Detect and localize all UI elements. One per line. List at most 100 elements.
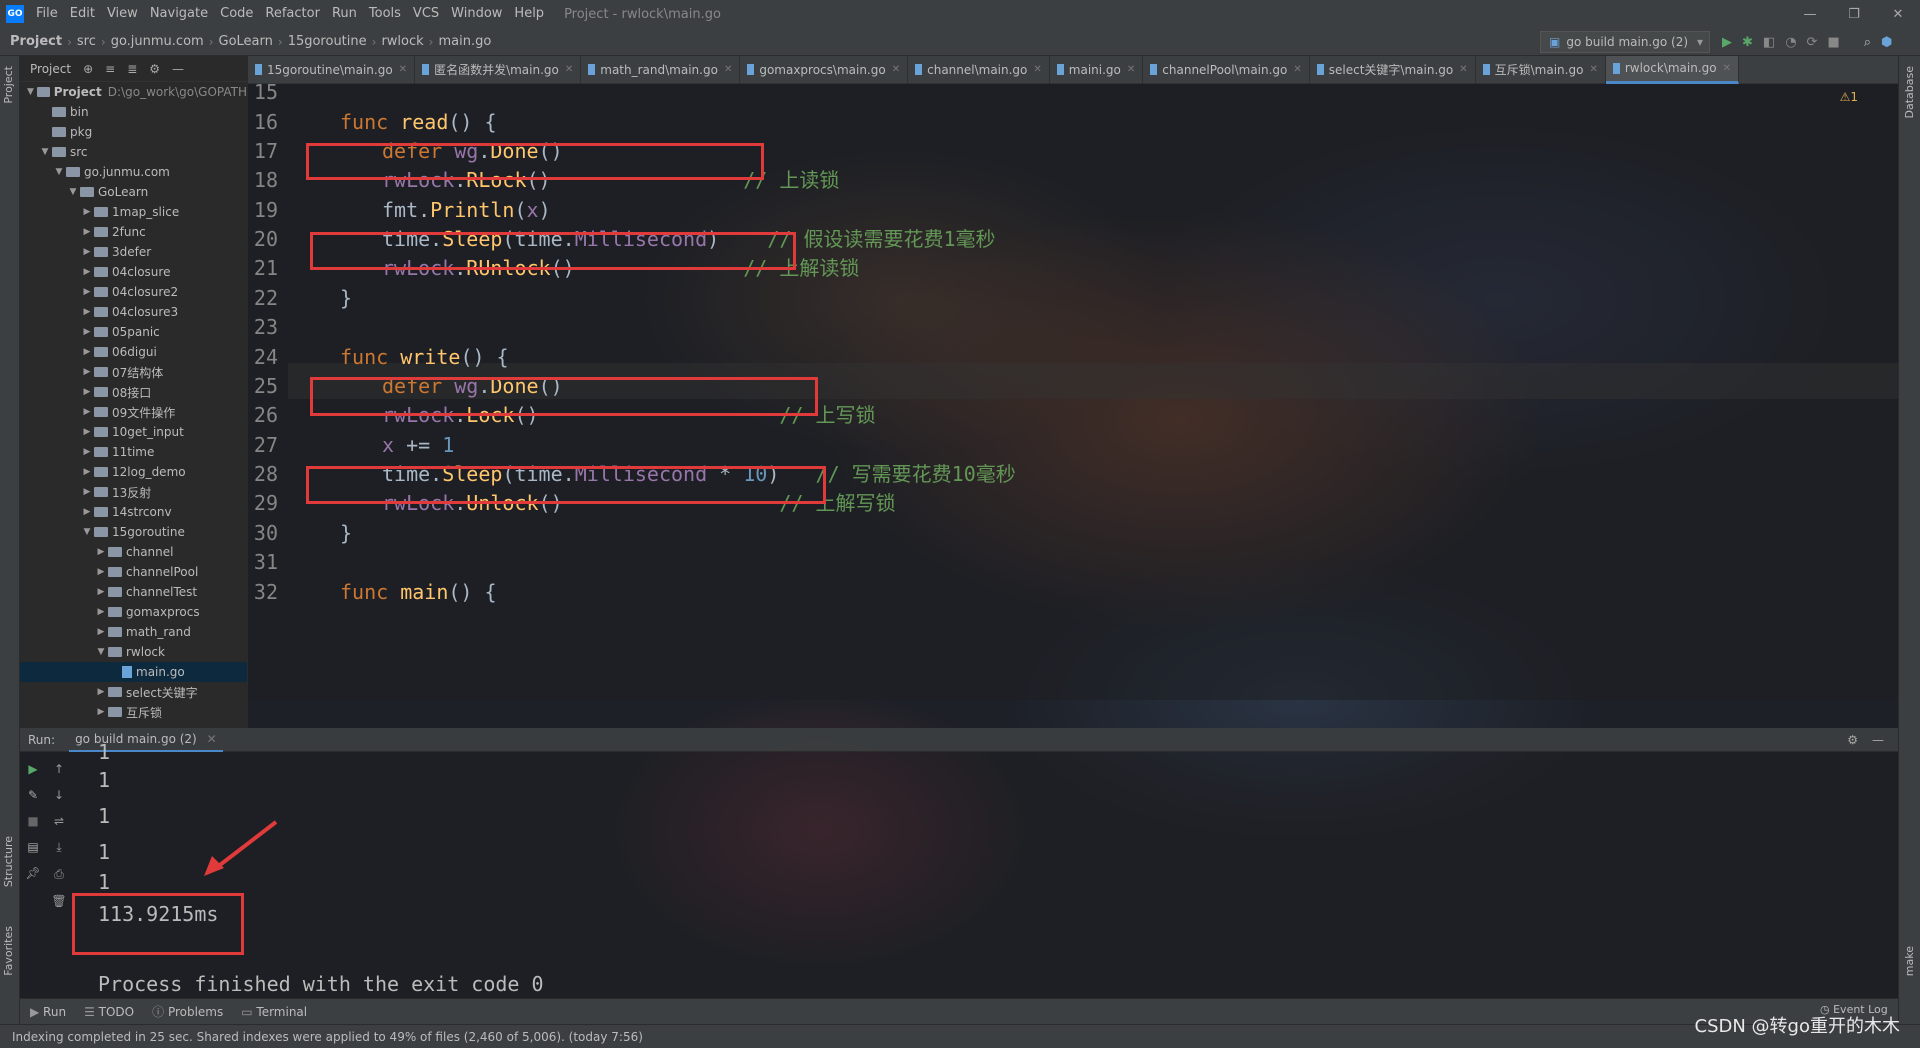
rerun-icon[interactable]: ▶ [28,762,37,776]
close-icon[interactable]: ✕ [724,64,732,75]
folder-item[interactable]: ▼ 15goroutine [20,522,247,542]
editor-tab[interactable]: 15goroutine\main.go ✕ [248,55,416,84]
wrench-icon[interactable]: ✎ [28,788,38,802]
stop-icon[interactable]: ■ [27,814,38,828]
settings-icon[interactable]: ⬢ [1881,35,1892,50]
folder-item[interactable]: ▶ channel [20,542,247,562]
folder-item[interactable]: ▶ 08接口 [20,382,247,402]
menu-navigate[interactable]: Navigate [144,0,214,28]
breadcrumb-item[interactable]: main.go [438,34,491,49]
folder-item[interactable]: ▶ 04closure [20,262,247,282]
folder-item[interactable]: ▶ channelPool [20,562,247,582]
menu-refactor[interactable]: Refactor [259,0,326,28]
make-side-tab[interactable]: make [1903,946,1916,976]
folder-item[interactable]: ▶ 06digui [20,342,247,362]
folder-item[interactable]: ▶ 04closure3 [20,302,247,322]
hide-icon[interactable]: — [1872,733,1884,747]
locate-icon[interactable]: ⊕ [83,62,93,76]
pin-icon[interactable]: 📌︎ [25,866,40,880]
menu-tools[interactable]: Tools [363,0,407,28]
editor-tab[interactable]: 互斥锁\main.go ✕ [1476,55,1606,84]
collapse-all-icon[interactable]: ≣ [127,62,137,76]
editor-tab[interactable]: maini.go ✕ [1050,55,1144,84]
editor-tab[interactable]: gomaxprocs\main.go ✕ [740,55,909,84]
folder-item[interactable]: ▼ src [20,142,247,162]
folder-item[interactable]: ▶ 13反射 [20,482,247,502]
layout-icon[interactable]: ▤ [27,840,38,854]
debug-icon[interactable]: ✱ [1742,35,1753,50]
folder-item[interactable]: ▼ rwlock [20,642,247,662]
close-icon[interactable]: ✕ [565,64,573,75]
tool-tab-terminal[interactable]: ▭ Terminal [241,1005,307,1019]
editor-tab[interactable]: 匿名函数并发\main.go ✕ [415,55,582,84]
folder-item[interactable]: ▶ channelTest [20,582,247,602]
gear-icon[interactable]: ⚙ [1847,733,1858,747]
folder-item[interactable]: ▶ 05panic [20,322,247,342]
editor-tab[interactable]: math_rand\main.go ✕ [581,55,741,84]
folder-item[interactable]: ▶ 3defer [20,242,247,262]
expand-all-icon[interactable]: ≡ [105,62,115,76]
tool-tab-problems[interactable]: ⓘ Problems [152,1003,223,1020]
hide-icon[interactable]: — [172,62,184,76]
menu-help[interactable]: Help [508,0,550,28]
gear-icon[interactable]: ⚙ [149,62,160,76]
close-icon[interactable]: ✕ [1293,64,1301,75]
folder-item[interactable]: ▶ gomaxprocs [20,602,247,622]
run-config-select[interactable]: ▣ go build main.go (2) ▾ [1540,31,1710,53]
breadcrumb-item[interactable]: rwlock [381,34,423,49]
code-editor[interactable]: 15 16 17 18 19 20 21 22 23 24 25 26 27 28 29 30 31 32 fun… [248,84,1898,700]
folder-item[interactable]: ▶ select关键字 [20,682,247,702]
editor-tab[interactable]: channel\main.go ✕ [908,55,1050,84]
folder-item[interactable]: ▶ 11time [20,442,247,462]
stop-icon[interactable]: ■ [1827,35,1839,50]
folder-item[interactable]: ▶ 1map_slice [20,202,247,222]
scroll-to-end-icon[interactable]: ⤓ [56,840,61,855]
soft-wrap-icon[interactable]: ⇌ [54,814,64,828]
close-icon[interactable]: ✕ [1459,64,1467,75]
breadcrumb-item[interactable]: 15goroutine [288,34,367,49]
folder-item[interactable]: bin [20,102,247,122]
warning-indicator[interactable]: ⚠1 [1840,90,1858,104]
project-view-select[interactable]: Project [30,62,71,76]
folder-item[interactable]: ▼ GoLearn [20,182,247,202]
structure-side-tab[interactable]: Structure [2,836,15,887]
project-side-tab[interactable]: Project [2,66,15,104]
folder-item[interactable]: ▼ go.junmu.com [20,162,247,182]
trash-icon[interactable]: 🗑︎ [51,894,66,908]
tool-tab-run[interactable]: ▶ Run [30,1005,66,1019]
editor-tab[interactable]: select关键字\main.go ✕ [1310,55,1476,84]
close-icon[interactable]: ✕ [1589,64,1597,75]
coverage-icon[interactable]: ◧ [1763,35,1775,50]
close-icon[interactable]: ✕ [399,64,407,75]
folder-item[interactable]: pkg [20,122,247,142]
run-icon[interactable]: ▶ [1722,35,1732,50]
restore-icon[interactable]: ❐ [1832,0,1876,28]
tree-root[interactable]: ▼ Project D:\go_work\go\GOPATH [20,82,247,102]
folder-item[interactable]: ▶ 2func [20,222,247,242]
minimize-icon[interactable]: — [1788,0,1832,28]
menu-vcs[interactable]: VCS [407,0,445,28]
menu-edit[interactable]: Edit [64,0,101,28]
arrow-up-icon[interactable]: ↑ [54,762,64,776]
menu-run[interactable]: Run [326,0,363,28]
search-icon[interactable]: ⌕ [1864,35,1871,50]
folder-item[interactable]: ▶ 12log_demo [20,462,247,482]
folder-item[interactable]: ▶ 04closure2 [20,282,247,302]
database-side-tab[interactable]: Database [1903,66,1916,119]
close-icon[interactable]: ✕ [1033,64,1041,75]
folder-item[interactable]: ▶ 互斥锁 [20,702,247,722]
profile-icon[interactable]: ◔ [1785,35,1796,50]
editor-tab[interactable]: rwlock\main.go ✕ [1605,55,1740,84]
menu-window[interactable]: Window [445,0,508,28]
menu-file[interactable]: File [30,0,64,28]
close-icon[interactable]: ✕ [1127,64,1135,75]
breadcrumb-item[interactable]: Project [10,34,62,49]
print-icon[interactable]: ⎙ [54,867,64,882]
close-icon[interactable]: ✕ [892,64,900,75]
editor-tab[interactable]: channelPool\main.go ✕ [1143,55,1310,84]
menu-code[interactable]: Code [214,0,259,28]
tool-tab-todo[interactable]: ☰ TODO [84,1005,134,1019]
breadcrumb-item[interactable]: go.junmu.com [111,34,204,49]
folder-item[interactable]: ▶ 10get_input [20,422,247,442]
run-tab[interactable]: go build main.go (2) ✕ [69,728,223,752]
